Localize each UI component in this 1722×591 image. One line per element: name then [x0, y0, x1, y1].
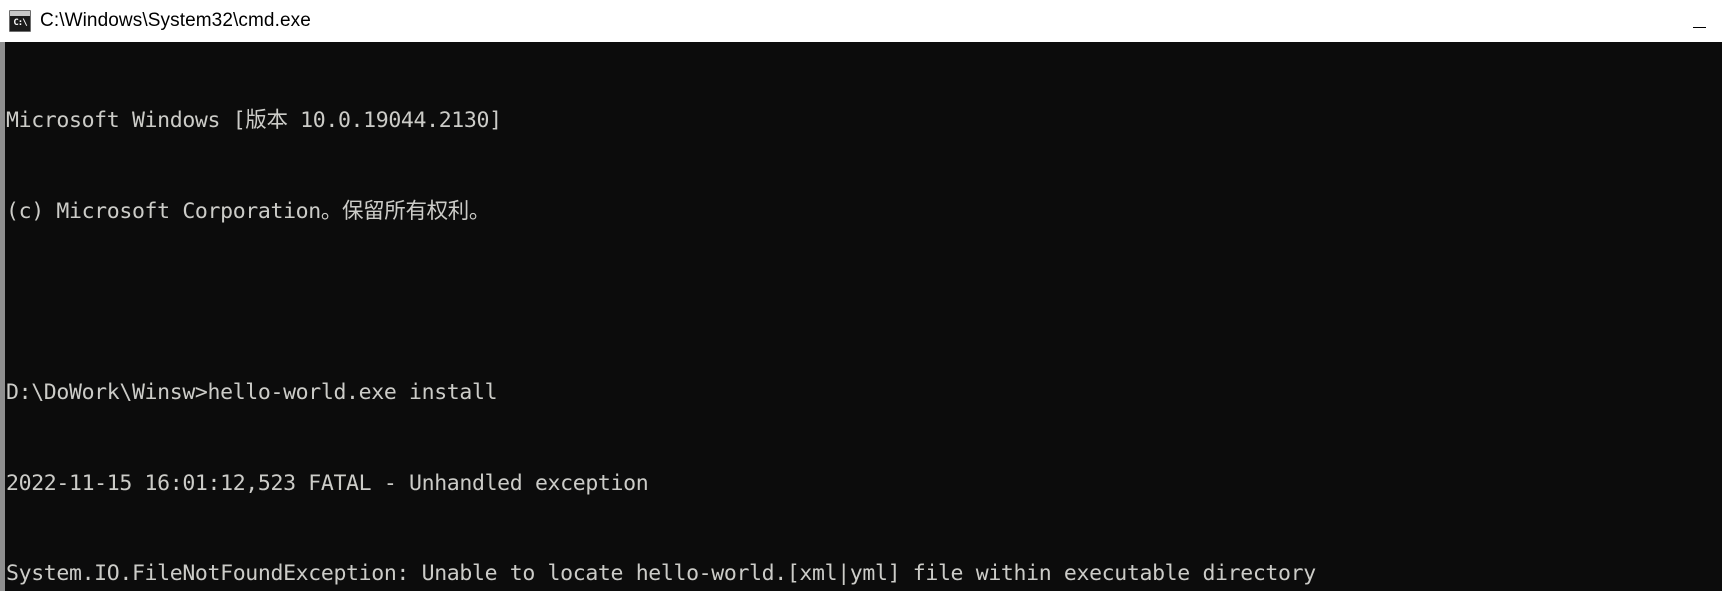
cmd-icon-prompt-glyph: C:\ — [13, 17, 27, 28]
cmd-icon: C:\ — [9, 9, 31, 32]
console-line: (c) Microsoft Corporation。保留所有权利。 — [6, 199, 491, 224]
console-line: Microsoft Windows [版本 10.0.19044.2130] — [6, 108, 502, 134]
console-output[interactable]: Microsoft Windows [版本 10.0.19044.2130] (… — [5, 42, 1722, 591]
console-line-fatal: 2022-11-15 16:01:12,523 FATAL - Unhandle… — [6, 470, 649, 496]
window-titlebar[interactable]: C:\ C:\Windows\System32\cmd.exe — [0, 0, 1722, 42]
window-title: C:\Windows\System32\cmd.exe — [40, 9, 311, 31]
console-area[interactable]: Microsoft Windows [版本 10.0.19044.2130] (… — [0, 42, 1722, 591]
minimize-icon — [1692, 27, 1706, 28]
cmd-window: C:\ C:\Windows\System32\cmd.exe Microsof… — [0, 0, 1722, 591]
window-controls — [1676, 0, 1722, 41]
minimize-button[interactable] — [1676, 0, 1722, 41]
console-line-exception: System.IO.FileNotFoundException: Unable … — [6, 561, 1316, 587]
console-line-command: D:\DoWork\Winsw>hello-world.exe install — [6, 380, 498, 406]
